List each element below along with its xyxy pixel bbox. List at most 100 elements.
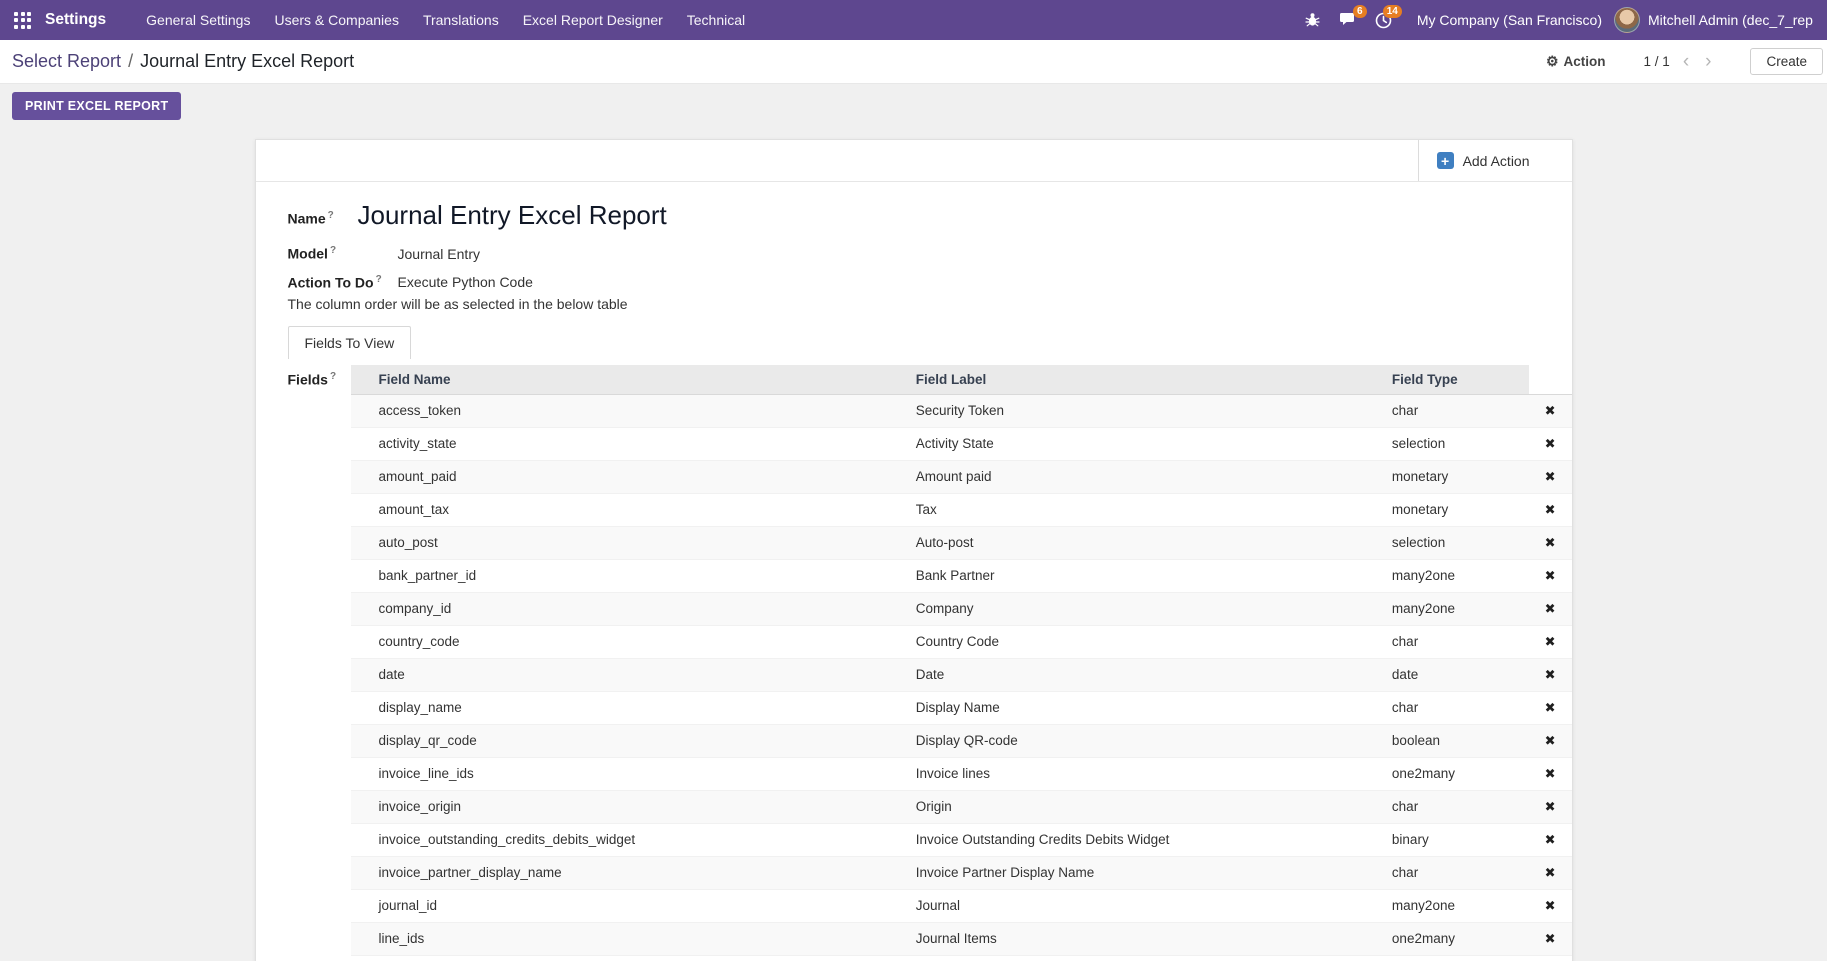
cell-field-label[interactable]: Country Code (888, 625, 1364, 658)
user-menu[interactable]: Mitchell Admin (dec_7_repor (1648, 12, 1813, 28)
delete-row-icon[interactable]: ✖ (1545, 733, 1556, 748)
delete-row-icon[interactable]: ✖ (1545, 700, 1556, 715)
delete-row-icon[interactable]: ✖ (1545, 766, 1556, 781)
menu-item-technical[interactable]: Technical (675, 0, 757, 40)
cell-field-label[interactable]: Journal Items (888, 922, 1364, 955)
cell-field-name[interactable]: country_code (351, 625, 888, 658)
menu-item-users-companies[interactable]: Users & Companies (262, 0, 411, 40)
app-title[interactable]: Settings (45, 11, 106, 29)
messages-icon[interactable]: 6 (1339, 12, 1357, 28)
cell-field-name[interactable]: invoice_origin (351, 790, 888, 823)
cell-field-label[interactable]: Display Name (888, 691, 1364, 724)
cell-field-label[interactable]: Invoice lines (888, 757, 1364, 790)
cell-field-type[interactable]: selection (1364, 427, 1529, 460)
cell-field-type[interactable]: many2one (1364, 889, 1529, 922)
column-header-field-type[interactable]: Field Type (1364, 365, 1529, 394)
tab-fields-to-view[interactable]: Fields To View (288, 326, 412, 359)
cell-field-type[interactable]: selection (1364, 526, 1529, 559)
cell-field-label[interactable]: Invoice Partner Display Name (888, 856, 1364, 889)
activities-clock-icon[interactable]: 14 (1375, 12, 1392, 29)
cell-field-label[interactable]: Company (888, 592, 1364, 625)
delete-row-icon[interactable]: ✖ (1545, 535, 1556, 550)
menu-item-excel-report-designer[interactable]: Excel Report Designer (511, 0, 675, 40)
cell-field-name[interactable]: journal_id (351, 889, 888, 922)
cell-field-name[interactable]: amount_tax (351, 493, 888, 526)
column-header-field-name[interactable]: Field Name (351, 365, 888, 394)
cell-field-label[interactable]: Tax (888, 493, 1364, 526)
delete-row-icon[interactable]: ✖ (1545, 832, 1556, 847)
cell-field-type[interactable]: monetary (1364, 460, 1529, 493)
cell-field-label[interactable]: Activity State (888, 427, 1364, 460)
cell-field-name[interactable]: display_qr_code (351, 724, 888, 757)
print-excel-report-button[interactable]: PRINT EXCEL REPORT (12, 92, 181, 120)
cell-field-label[interactable]: Invoice Outstanding Credits Debits Widge… (888, 823, 1364, 856)
help-icon[interactable]: ? (330, 245, 336, 256)
cell-field-type[interactable]: char (1364, 691, 1529, 724)
cell-field-type[interactable]: one2many (1364, 922, 1529, 955)
cell-field-type[interactable]: many2one (1364, 559, 1529, 592)
cell-field-type[interactable]: char (1364, 394, 1529, 427)
help-icon[interactable]: ? (376, 274, 382, 285)
cell-field-name[interactable]: line_ids (351, 922, 888, 955)
cell-field-label[interactable]: Origin (888, 790, 1364, 823)
cell-field-name[interactable]: invoice_outstanding_credits_debits_widge… (351, 823, 888, 856)
delete-row-icon[interactable]: ✖ (1545, 469, 1556, 484)
delete-row-icon[interactable]: ✖ (1545, 931, 1556, 946)
cell-field-label[interactable]: Journal (888, 889, 1364, 922)
cell-field-label[interactable]: Amount paid (888, 460, 1364, 493)
cell-field-type[interactable]: char (1364, 856, 1529, 889)
cell-field-type[interactable]: char (1364, 790, 1529, 823)
delete-row-icon[interactable]: ✖ (1545, 568, 1556, 583)
cell-field-type[interactable]: binary (1364, 823, 1529, 856)
create-button[interactable]: Create (1750, 48, 1823, 75)
delete-cell: ✖ (1529, 526, 1572, 559)
apps-menu-icon[interactable] (14, 12, 31, 29)
model-field-value[interactable]: Journal Entry (398, 246, 480, 262)
debug-icon[interactable] (1304, 12, 1321, 28)
cell-field-label[interactable]: Security Token (888, 394, 1364, 427)
cell-field-name[interactable]: company_id (351, 592, 888, 625)
delete-row-icon[interactable]: ✖ (1545, 601, 1556, 616)
cell-field-type[interactable]: date (1364, 658, 1529, 691)
delete-row-icon[interactable]: ✖ (1545, 634, 1556, 649)
action-to-do-field-value[interactable]: Execute Python Code (398, 274, 533, 290)
cell-field-name[interactable]: auto_post (351, 526, 888, 559)
cell-field-name[interactable]: display_name (351, 691, 888, 724)
cell-field-label[interactable]: Auto-post (888, 526, 1364, 559)
cell-field-label[interactable]: Date (888, 658, 1364, 691)
pager-previous-icon[interactable]: ‹ (1680, 52, 1692, 71)
breadcrumb-parent[interactable]: Select Report (12, 51, 121, 72)
menu-item-general-settings[interactable]: General Settings (134, 0, 262, 40)
cell-field-name[interactable]: invoice_partner_display_name (351, 856, 888, 889)
help-icon[interactable]: ? (330, 371, 336, 382)
cell-field-type[interactable]: boolean (1364, 724, 1529, 757)
delete-row-icon[interactable]: ✖ (1545, 799, 1556, 814)
menu-item-translations[interactable]: Translations (411, 0, 511, 40)
cell-field-name[interactable]: invoice_line_ids (351, 757, 888, 790)
cell-field-type[interactable]: many2one (1364, 592, 1529, 625)
cell-field-type[interactable]: one2many (1364, 757, 1529, 790)
delete-row-icon[interactable]: ✖ (1545, 403, 1556, 418)
help-icon[interactable]: ? (328, 210, 334, 221)
cell-field-type[interactable]: char (1364, 625, 1529, 658)
delete-row-icon[interactable]: ✖ (1545, 667, 1556, 682)
add-action-button[interactable]: + Add Action (1418, 140, 1572, 181)
cell-field-name[interactable]: activity_state (351, 427, 888, 460)
pager-next-icon[interactable]: › (1702, 52, 1714, 71)
cell-field-name[interactable]: bank_partner_id (351, 559, 888, 592)
cell-field-type[interactable]: monetary (1364, 493, 1529, 526)
user-avatar[interactable] (1614, 7, 1640, 33)
column-header-field-label[interactable]: Field Label (888, 365, 1364, 394)
delete-row-icon[interactable]: ✖ (1545, 865, 1556, 880)
company-switcher[interactable]: My Company (San Francisco) (1417, 12, 1602, 28)
cell-field-label[interactable]: Display QR-code (888, 724, 1364, 757)
delete-row-icon[interactable]: ✖ (1545, 436, 1556, 451)
delete-row-icon[interactable]: ✖ (1545, 898, 1556, 913)
cell-field-name[interactable]: amount_paid (351, 460, 888, 493)
action-menu-button[interactable]: ⚙ Action (1546, 53, 1606, 70)
cell-field-label[interactable]: Bank Partner (888, 559, 1364, 592)
delete-row-icon[interactable]: ✖ (1545, 502, 1556, 517)
name-field-value[interactable]: Journal Entry Excel Report (358, 200, 667, 231)
cell-field-name[interactable]: access_token (351, 394, 888, 427)
cell-field-name[interactable]: date (351, 658, 888, 691)
